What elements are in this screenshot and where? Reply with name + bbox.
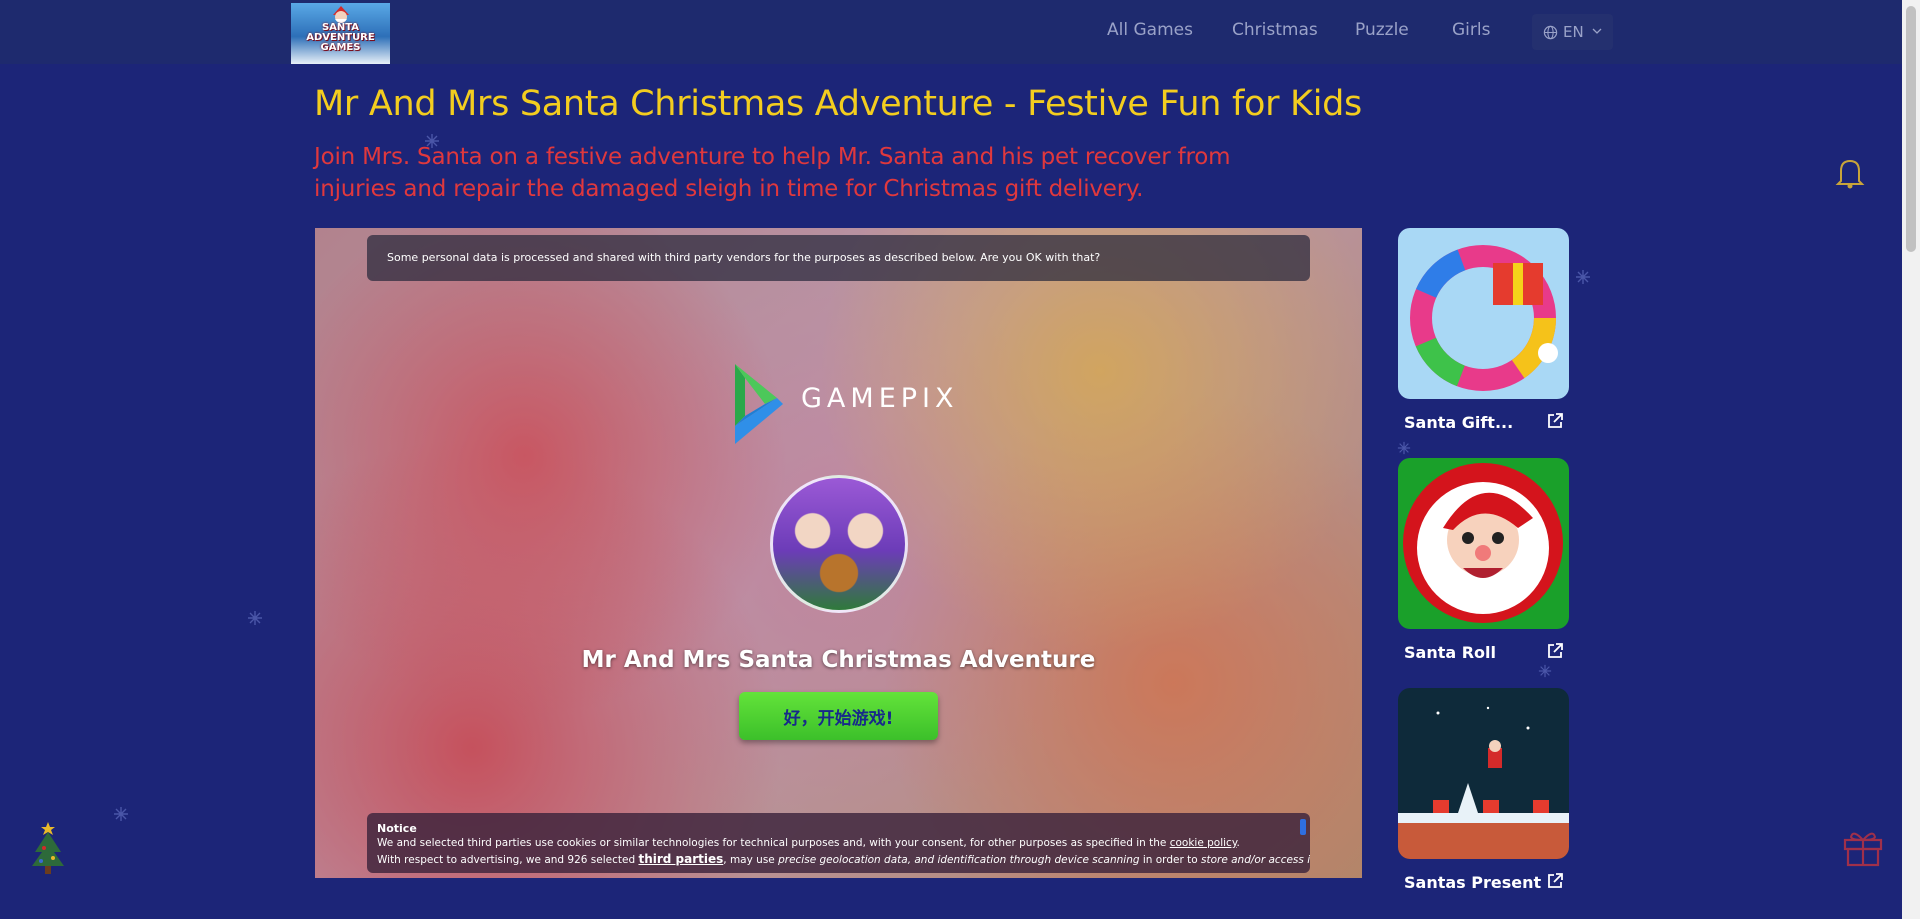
- snowflake-icon: [1576, 270, 1590, 284]
- language-code: EN: [1563, 23, 1584, 41]
- nav-christmas[interactable]: Christmas: [1232, 20, 1318, 40]
- chevron-down-icon: [1592, 28, 1602, 34]
- nav-puzzle[interactable]: Puzzle: [1355, 20, 1409, 40]
- christmas-tree-icon: [32, 822, 64, 874]
- game-avatar: [770, 475, 908, 613]
- site-logo[interactable]: SANTA ADVENTURE GAMES: [291, 3, 390, 64]
- game-card-title: Santas Present: [1404, 873, 1542, 892]
- game-thumbnail: [1398, 458, 1569, 629]
- game-card-title: Santa Gift...: [1404, 413, 1514, 432]
- page-description: Join Mrs. Santa on a festive adventure t…: [314, 144, 1231, 202]
- consent-prompt: Some personal data is processed and shar…: [387, 251, 1101, 264]
- game-thumbnail: [1398, 688, 1569, 859]
- logo-text: SANTA ADVENTURE GAMES: [306, 22, 375, 53]
- language-selector[interactable]: EN: [1532, 14, 1613, 50]
- notice-line-2: With respect to advertising, we and 926 …: [377, 852, 1310, 866]
- external-link-icon[interactable]: [1546, 642, 1564, 660]
- notice-line-1: We and selected third parties use cookie…: [377, 837, 1240, 849]
- nav-all-games[interactable]: All Games: [1107, 20, 1193, 40]
- snowflake-icon: [1397, 441, 1411, 455]
- snowflake-icon: [114, 807, 128, 821]
- publisher-name: GAMEPIX: [801, 383, 959, 414]
- page-title: Mr And Mrs Santa Christmas Adventure - F…: [314, 84, 1362, 124]
- snowflake-icon: [425, 134, 439, 148]
- scrollbar-thumb[interactable]: [1906, 6, 1916, 252]
- third-parties-link[interactable]: third parties: [638, 852, 723, 866]
- globe-icon: [1543, 25, 1558, 40]
- gift-icon[interactable]: [1842, 827, 1884, 867]
- snowflake-icon: [1538, 664, 1552, 678]
- consent-banner: Some personal data is processed and shar…: [367, 235, 1310, 281]
- game-thumbnail: [1398, 228, 1569, 399]
- cookie-notice: Notice We and selected third parties use…: [367, 813, 1310, 873]
- page-scrollbar[interactable]: [1902, 0, 1920, 919]
- cookie-policy-link[interactable]: cookie policy: [1170, 837, 1237, 849]
- snowflake-icon: [248, 611, 262, 625]
- game-frame[interactable]: Some personal data is processed and shar…: [315, 228, 1362, 878]
- notice-scrollbar[interactable]: [1300, 819, 1306, 835]
- notice-title: Notice: [377, 822, 417, 835]
- nav-girls[interactable]: Girls: [1452, 20, 1490, 40]
- game-name: Mr And Mrs Santa Christmas Adventure: [581, 647, 1096, 673]
- external-link-icon[interactable]: [1546, 872, 1564, 890]
- play-button[interactable]: 好，开始游戏!: [739, 692, 938, 740]
- site-header: SANTA ADVENTURE GAMES All Games Christma…: [0, 0, 1902, 64]
- bell-icon[interactable]: [1835, 157, 1865, 189]
- game-card-title: Santa Roll: [1404, 643, 1497, 662]
- external-link-icon[interactable]: [1546, 412, 1564, 430]
